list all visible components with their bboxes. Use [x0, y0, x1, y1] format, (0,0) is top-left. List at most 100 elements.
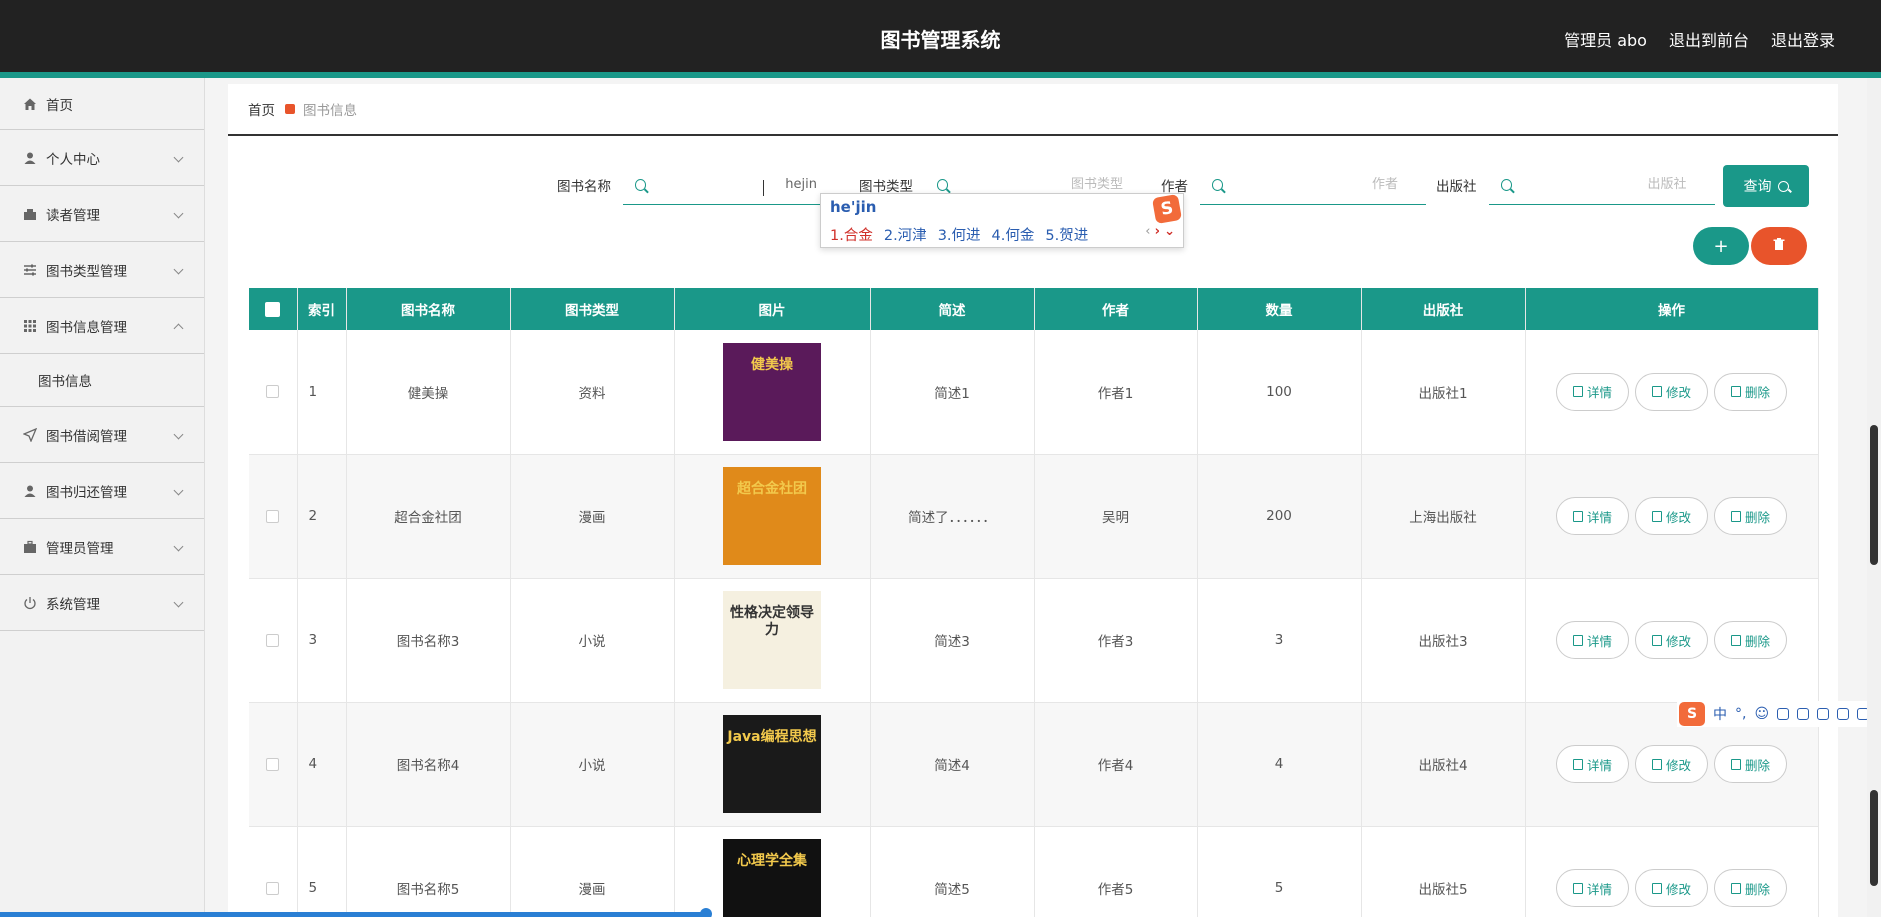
batch-delete-button[interactable]	[1751, 227, 1807, 265]
sidebar-item-label: 个人中心	[46, 151, 100, 168]
detail-button[interactable]: 详情	[1555, 497, 1629, 535]
search-icon	[1212, 178, 1224, 191]
author-cell: 作者4	[1034, 702, 1198, 827]
quantity-cell: 100	[1197, 330, 1362, 455]
account-icon[interactable]	[1817, 708, 1830, 720]
sidebar-item-return[interactable]: 图书归还管理	[0, 463, 204, 519]
admin-user-label[interactable]: 管理员 abo	[1564, 27, 1647, 51]
add-button[interactable]: +	[1693, 227, 1749, 265]
ime-punctuation-toggle[interactable]: °,	[1735, 706, 1746, 722]
sidebar-item-label: 图书借阅管理	[46, 428, 127, 445]
keyboard-icon[interactable]	[1797, 708, 1810, 720]
quantity-cell: 5	[1197, 826, 1362, 917]
doc-icon	[1572, 882, 1583, 894]
skin-icon[interactable]	[1837, 708, 1850, 720]
book-name-field[interactable]	[623, 165, 823, 205]
row-select-cell[interactable]	[249, 454, 298, 579]
doc-icon	[1572, 386, 1583, 398]
row-select-cell[interactable]	[249, 578, 298, 703]
delete-button[interactable]: 删除	[1714, 372, 1788, 411]
column-header: 图片	[674, 288, 871, 330]
sidebar-item-admins[interactable]: 管理员管理	[0, 519, 204, 575]
ime-mode-toggle[interactable]: 中	[1713, 704, 1727, 724]
sidebar-subitem-book-info[interactable]: 图书信息	[0, 354, 204, 407]
publisher-cell: 出版社1	[1361, 330, 1526, 455]
breadcrumb-home[interactable]: 首页	[248, 99, 275, 119]
scrollbar-thumb[interactable]	[1870, 790, 1878, 886]
page-progress-bar	[0, 908, 712, 917]
column-header: 简述	[870, 288, 1035, 330]
ime-candidate[interactable]: 3.何进	[938, 224, 981, 245]
detail-button[interactable]: 详情	[1555, 869, 1629, 907]
row-checkbox[interactable]	[266, 633, 280, 647]
detail-button[interactable]: 详情	[1555, 621, 1629, 659]
ime-candidate[interactable]: 1.合金	[830, 224, 873, 245]
ime-candidate[interactable]: 5.贺进	[1045, 224, 1088, 245]
sidebar-item-readers[interactable]: 读者管理	[0, 186, 204, 242]
book-name-input[interactable]	[646, 177, 823, 192]
edit-icon	[1651, 634, 1662, 646]
select-all-header[interactable]	[249, 288, 298, 330]
delete-button[interactable]: 删除	[1714, 745, 1788, 783]
delete-button[interactable]: 删除	[1714, 497, 1788, 535]
column-header: 图书类型	[510, 288, 675, 330]
ime-candidate[interactable]: 4.何金	[992, 224, 1035, 245]
delete-label: 删除	[1745, 385, 1771, 401]
index-cell: 3	[297, 578, 347, 703]
row-select-cell[interactable]	[249, 330, 298, 455]
sidebar-item-book-info-mgmt[interactable]: 图书信息管理	[0, 298, 204, 354]
publisher-field[interactable]	[1488, 165, 1715, 205]
edit-icon	[1651, 386, 1662, 398]
detail-button[interactable]: 详情	[1555, 372, 1629, 411]
scrollbar-thumb[interactable]	[1870, 425, 1878, 565]
exit-to-front-link[interactable]: 退出到前台	[1669, 27, 1749, 51]
row-checkbox[interactable]	[266, 509, 280, 523]
publisher-label: 出版社	[1436, 179, 1477, 195]
author-cell: 作者3	[1034, 578, 1198, 703]
book-name-cell: 健美操	[346, 330, 511, 455]
top-links: 管理员 abo 退出到前台 退出登录	[1564, 27, 1835, 51]
sidebar-item-borrow[interactable]: 图书借阅管理	[0, 407, 204, 463]
book-name-cell: 图书名称3	[346, 578, 511, 703]
author-field[interactable]	[1200, 165, 1426, 205]
sidebar-item-label: 图书归还管理	[46, 484, 127, 501]
edit-button[interactable]: 修改	[1634, 621, 1708, 659]
edit-button[interactable]: 修改	[1634, 869, 1708, 907]
sidebar-item-home[interactable]: 首页	[0, 78, 204, 130]
sidebar-item-book-types[interactable]: 图书类型管理	[0, 242, 204, 298]
chevron-down-icon	[173, 429, 184, 439]
ime-page-arrows[interactable]: ‹ › ⌄	[1145, 224, 1175, 239]
emoji-icon[interactable]: ☺	[1754, 706, 1769, 722]
edit-button[interactable]: 修改	[1634, 497, 1708, 535]
edit-button[interactable]: 修改	[1634, 745, 1708, 783]
author-input[interactable]	[1223, 177, 1426, 192]
chevron-up-icon	[173, 323, 184, 333]
microphone-icon[interactable]	[1777, 708, 1790, 720]
logout-link[interactable]: 退出登录	[1771, 27, 1835, 51]
search-publisher: 出版社	[1436, 163, 1715, 207]
row-checkbox[interactable]	[266, 881, 280, 895]
publisher-input[interactable]	[1511, 177, 1715, 192]
ime-candidate[interactable]: 2.河津	[884, 224, 927, 245]
delete-button[interactable]: 删除	[1714, 621, 1788, 659]
select-all-checkbox[interactable]	[265, 301, 281, 317]
row-checkbox[interactable]	[266, 757, 280, 771]
sidebar-item-profile[interactable]: 个人中心	[0, 130, 204, 186]
sidebar-item-label: 图书信息管理	[46, 319, 127, 336]
summary-cell: 简述了．．．．．．	[870, 454, 1035, 579]
detail-label: 详情	[1586, 633, 1612, 649]
row-select-cell[interactable]	[249, 702, 298, 827]
header-accent-bar	[0, 72, 1881, 78]
detail-button[interactable]: 详情	[1555, 745, 1629, 783]
edit-button[interactable]: 修改	[1634, 372, 1708, 411]
sidebar-item-system[interactable]: 系统管理	[0, 575, 204, 631]
query-button[interactable]: 查询	[1723, 165, 1809, 207]
book-type-input[interactable]	[948, 177, 1151, 192]
send-icon	[22, 427, 38, 443]
row-checkbox[interactable]	[266, 385, 280, 399]
vertical-scrollbar[interactable]	[1867, 78, 1881, 917]
delete-button[interactable]: 删除	[1714, 869, 1788, 907]
column-header: 索引	[297, 288, 347, 330]
row-select-cell[interactable]	[249, 826, 298, 917]
chevron-down-icon	[173, 208, 184, 218]
